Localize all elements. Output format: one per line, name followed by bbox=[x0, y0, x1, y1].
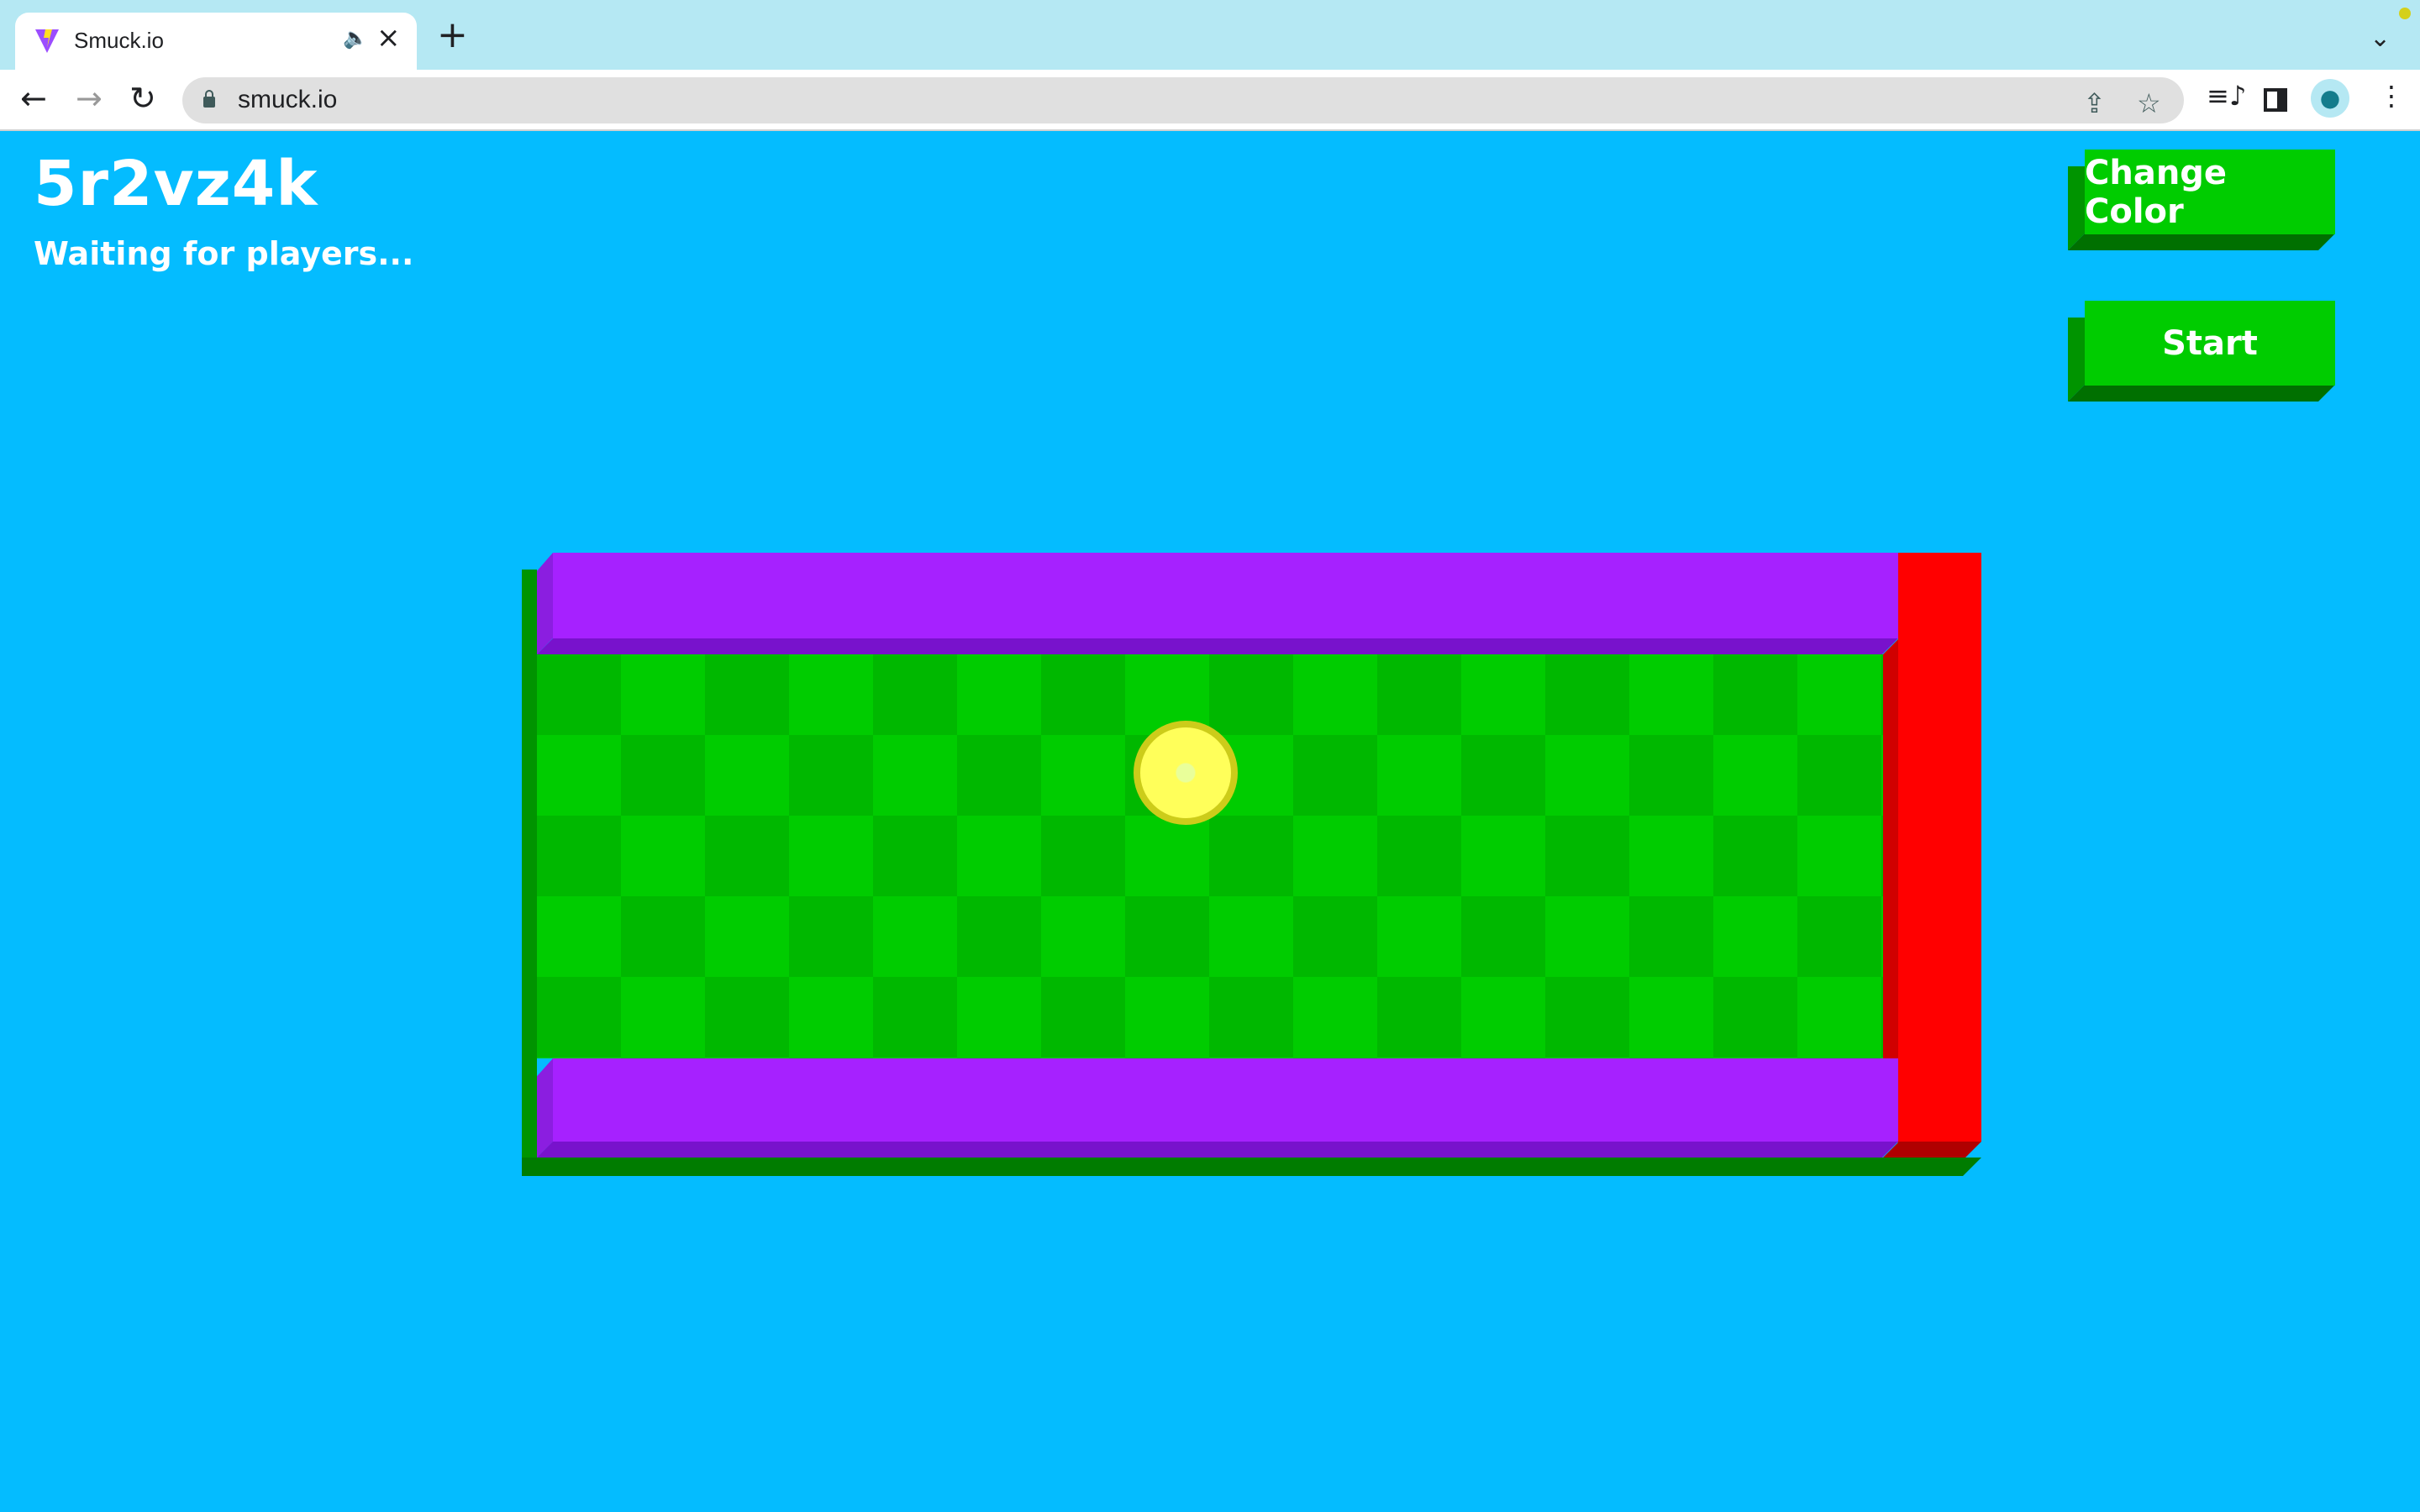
game-board bbox=[522, 553, 1981, 1176]
media-icon[interactable]: ≡♪ bbox=[2207, 80, 2246, 112]
bottom-wall-side bbox=[537, 1058, 553, 1158]
chevron-down-icon[interactable]: ⌄ bbox=[2370, 24, 2391, 53]
tab-title: Smuck.io bbox=[74, 28, 164, 53]
board-base-bottom bbox=[522, 1158, 1981, 1176]
profile-icon[interactable]: ● bbox=[2311, 79, 2349, 118]
star-icon[interactable]: ☆ bbox=[2137, 87, 2161, 119]
goal-wall bbox=[1898, 553, 1981, 1142]
indicator-dot bbox=[2399, 8, 2411, 19]
checkered-floor bbox=[537, 654, 1883, 1058]
reload-icon[interactable]: ↻ bbox=[129, 81, 156, 115]
address-bar[interactable]: smuck.io ⇪ ☆ bbox=[182, 77, 2184, 123]
tab-smuck[interactable]: Smuck.io 🔈 × bbox=[15, 13, 417, 70]
vite-favicon-icon bbox=[35, 29, 59, 53]
status-text: Waiting for players... bbox=[34, 235, 414, 272]
tab-strip: Smuck.io 🔈 × + ⌄ bbox=[0, 0, 2420, 70]
player-ball bbox=[1134, 721, 1238, 825]
top-wall bbox=[553, 553, 1898, 638]
start-label: Start bbox=[2085, 301, 2335, 386]
sidepanel-icon[interactable] bbox=[2264, 88, 2287, 112]
room-code: 5r2vz4k bbox=[34, 148, 318, 220]
top-wall-bottom bbox=[537, 638, 1898, 654]
speaker-icon[interactable]: 🔈 bbox=[343, 26, 368, 50]
change-color-button[interactable]: Change Color bbox=[2068, 150, 2335, 250]
menu-icon[interactable]: ⋮ bbox=[2378, 80, 2405, 112]
share-icon[interactable]: ⇪ bbox=[2083, 87, 2106, 119]
back-icon[interactable]: ← bbox=[20, 81, 47, 115]
browser-toolbar: ← → ↻ smuck.io ⇪ ☆ ≡♪ ● ⋮ bbox=[0, 70, 2420, 131]
url-text: smuck.io bbox=[238, 86, 338, 113]
new-tab-button[interactable]: + bbox=[437, 17, 468, 54]
lock-icon bbox=[203, 90, 215, 108]
forward-icon[interactable]: → bbox=[76, 81, 103, 115]
button-bottom bbox=[2068, 385, 2335, 402]
top-wall-side bbox=[537, 553, 553, 654]
bottom-wall-bottom bbox=[537, 1142, 1898, 1158]
change-color-label: Change Color bbox=[2085, 150, 2335, 234]
goal-wall-bottom bbox=[1883, 1142, 1981, 1158]
board-base-left bbox=[522, 570, 537, 1176]
button-bottom bbox=[2068, 234, 2335, 250]
bottom-wall bbox=[553, 1058, 1898, 1142]
close-tab-icon[interactable]: × bbox=[376, 21, 401, 55]
start-button[interactable]: Start bbox=[2068, 301, 2335, 402]
